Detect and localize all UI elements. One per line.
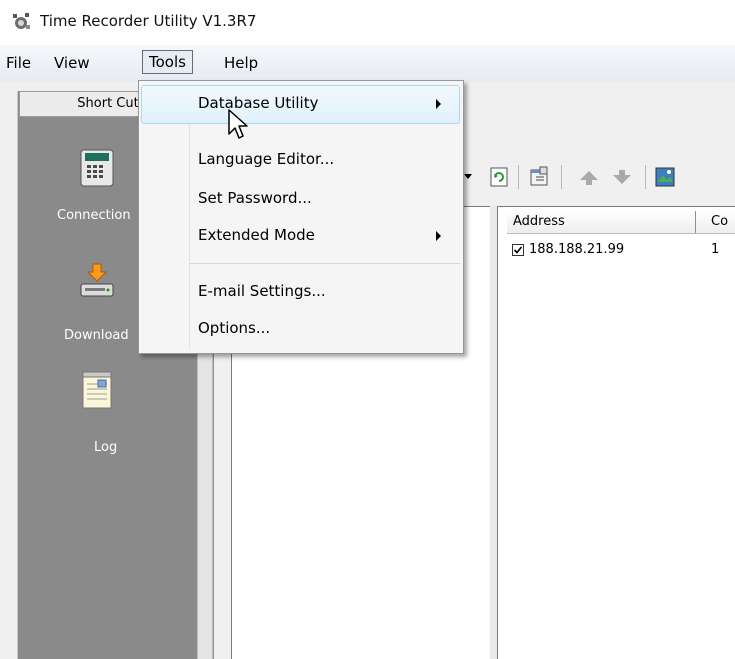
refresh-icon[interactable] xyxy=(489,167,509,187)
device-list-pane xyxy=(497,206,735,659)
menu-file[interactable]: File xyxy=(0,52,37,74)
row-checkbox[interactable] xyxy=(512,244,524,256)
menu-help[interactable]: Help xyxy=(218,52,264,74)
menu-item-options[interactable]: Options... xyxy=(198,319,270,337)
menu-separator xyxy=(190,263,460,264)
dropdown-arrow-icon[interactable] xyxy=(464,174,472,180)
toolbar-separator xyxy=(561,165,562,189)
column-separator[interactable] xyxy=(695,211,696,233)
log-notepad-icon[interactable] xyxy=(80,370,114,412)
pane-splitter[interactable] xyxy=(490,206,497,659)
arrow-down-icon[interactable] xyxy=(612,169,632,185)
submenu-arrow-icon xyxy=(436,231,441,241)
toolbar-separator xyxy=(518,165,519,189)
column-co[interactable]: Co xyxy=(711,214,728,229)
menu-tools[interactable]: Tools xyxy=(142,50,193,74)
clock-gear-icon xyxy=(13,13,30,29)
menu-item-extended-mode[interactable]: Extended Mode xyxy=(198,226,315,244)
checkmark-icon xyxy=(513,246,523,254)
cell-co: 1 xyxy=(711,242,720,257)
window-title: Time Recorder Utility V1.3R7 xyxy=(40,12,257,30)
image-icon[interactable] xyxy=(654,166,676,188)
menu-item-set-password[interactable]: Set Password... xyxy=(198,189,312,207)
properties-icon[interactable] xyxy=(528,166,550,188)
menu-item-database-utility[interactable]: Database Utility xyxy=(198,94,318,112)
shortcut-connection-label[interactable]: Connection xyxy=(57,208,131,223)
menu-bar: File View Tools Help xyxy=(0,45,735,83)
submenu-arrow-icon xyxy=(436,99,441,109)
menu-item-email-settings[interactable]: E-mail Settings... xyxy=(198,282,326,300)
list-header: Address Co xyxy=(507,211,735,234)
toolbar-separator xyxy=(645,165,646,189)
download-drive-icon[interactable] xyxy=(79,262,115,302)
arrow-up-icon[interactable] xyxy=(579,170,599,186)
shortcut-download-label[interactable]: Download xyxy=(64,328,129,343)
shortcut-log-label[interactable]: Log xyxy=(94,440,117,455)
cell-address: 188.188.21.99 xyxy=(529,242,625,257)
mouse-cursor-icon xyxy=(228,109,248,139)
menu-item-language-editor[interactable]: Language Editor... xyxy=(198,150,334,168)
column-address[interactable]: Address xyxy=(513,214,565,229)
terminal-device-icon[interactable] xyxy=(79,148,115,188)
menu-view[interactable]: View xyxy=(48,52,96,74)
